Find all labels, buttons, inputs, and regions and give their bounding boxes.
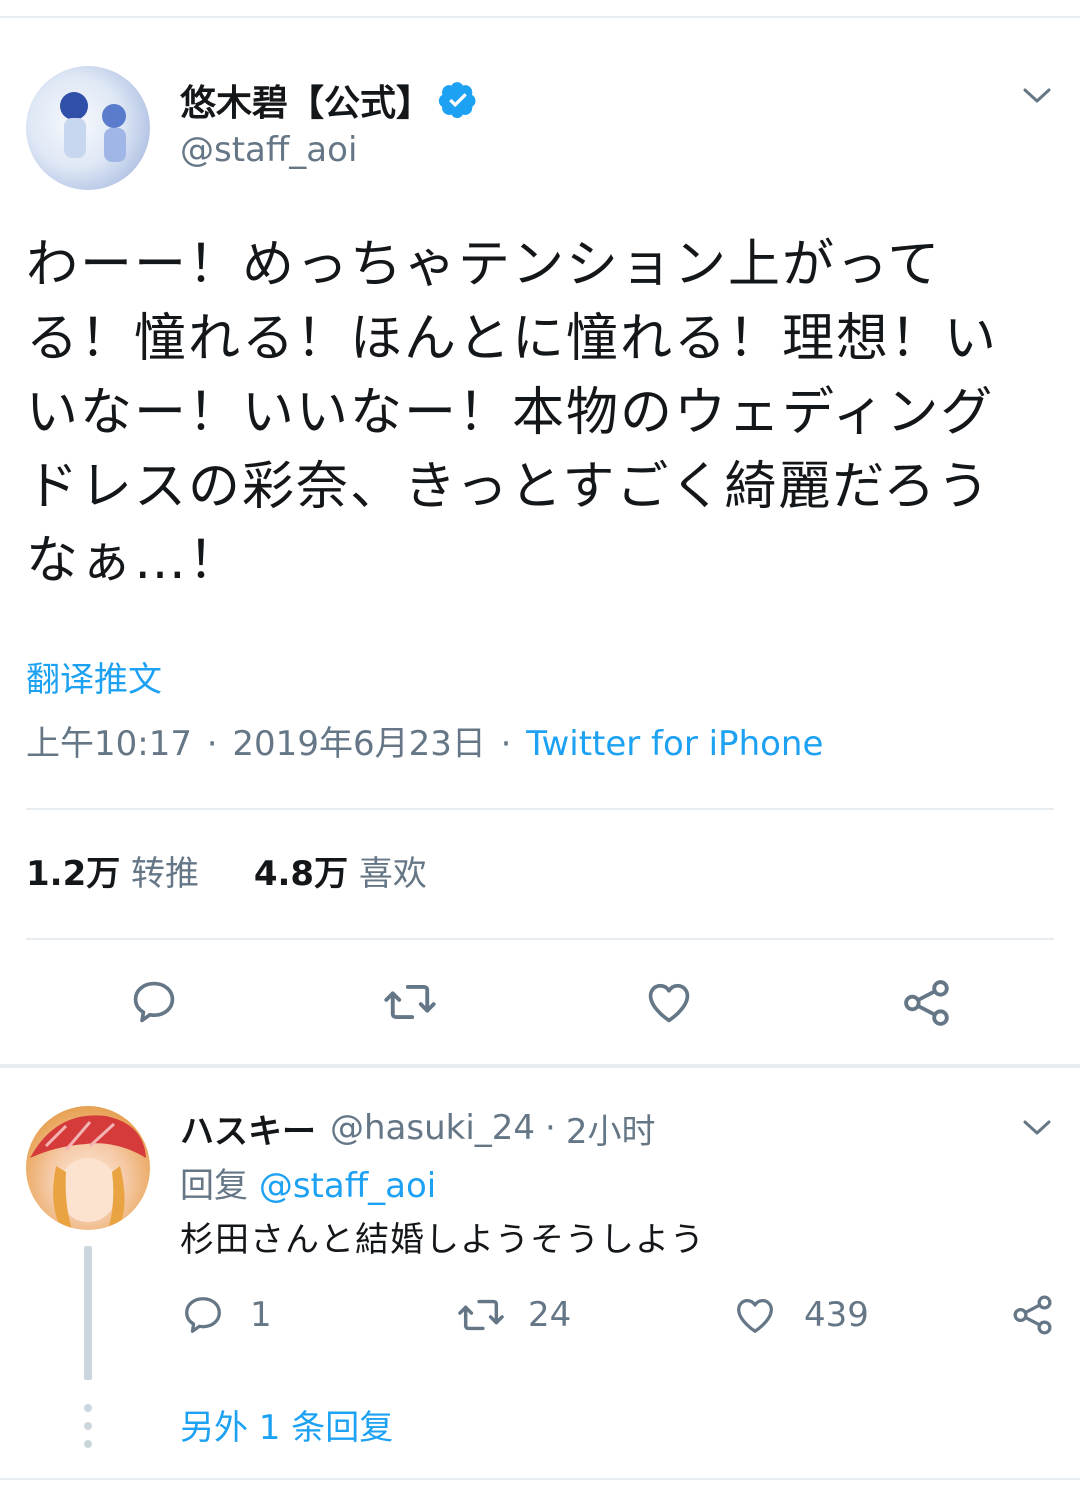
retweet-count: 24 (528, 1295, 572, 1335)
more-replies-link[interactable]: 另外 1 条回复 (180, 1404, 393, 1452)
section-divider (0, 1064, 1080, 1068)
tweet-date: 2019年6月23日 (232, 724, 486, 764)
author-display-name[interactable]: 悠木碧【公式】 (180, 74, 432, 126)
meta-separator: · (206, 724, 218, 764)
tweet-metadata: 上午10:17 · 2019年6月23日 · Twitter for iPhon… (26, 720, 823, 768)
chevron-down-icon[interactable] (1022, 1118, 1052, 1138)
tweet-text: わーー！めっちゃテンション上がってる！憧れる！ほんとに憧れる！理想！いいなー！い… (26, 235, 999, 591)
reply-author-avatar[interactable] (26, 1106, 150, 1230)
retweets-stat[interactable]: 1.2万 转推 (26, 854, 210, 894)
reply-icon (185, 1297, 221, 1333)
likes-stat[interactable]: 4.8万 喜欢 (254, 854, 427, 894)
tweet-time: 上午10:17 (26, 724, 192, 764)
divider (26, 938, 1054, 940)
share-icon (904, 980, 949, 1026)
reply-like-button[interactable]: 439 (732, 1292, 869, 1338)
reply-header: ハスキー @hasuki_24 · 2小时 (180, 1104, 656, 1152)
retweet-icon (458, 1299, 504, 1331)
thread-more-dots (84, 1404, 92, 1448)
reply-reply-button[interactable]: 1 (180, 1292, 272, 1338)
reply-age: 2小时 (565, 1111, 656, 1152)
like-count: 439 (804, 1295, 869, 1335)
reply-thread-line (84, 1246, 92, 1380)
tweet-source-link[interactable]: Twitter for iPhone (526, 724, 823, 764)
chevron-down-icon[interactable] (1022, 86, 1052, 106)
divider (0, 1478, 1080, 1480)
reply-icon (133, 981, 175, 1023)
top-divider (0, 16, 1080, 18)
reply-button[interactable] (128, 976, 180, 1028)
divider (26, 808, 1054, 810)
engagement-stats: 1.2万 转推 4.8万 喜欢 (26, 850, 427, 898)
share-icon (1013, 1295, 1052, 1335)
replying-to-prefix: 回复 (180, 1166, 248, 1206)
reply-retweet-button[interactable]: 24 (456, 1292, 571, 1338)
reply-author-name[interactable]: ハスキー (180, 1104, 316, 1153)
like-button[interactable] (642, 976, 696, 1028)
reply-count: 1 (250, 1295, 272, 1335)
reply-share-button[interactable] (1010, 1292, 1056, 1338)
meta-separator: · (545, 1108, 556, 1148)
heart-icon (648, 983, 690, 1023)
share-button[interactable] (900, 976, 954, 1030)
author-avatar[interactable] (26, 66, 150, 190)
reply-author-handle: @hasuki_24 (330, 1108, 536, 1148)
retweets-label: 转推 (131, 854, 200, 894)
retweets-count: 1.2万 (26, 854, 121, 894)
translate-tweet-link[interactable]: 翻译推文 (26, 656, 162, 704)
author-name-row: 悠木碧【公式】 (180, 74, 478, 126)
reply-text: 杉田さんと結婚しようそうしよう (180, 1220, 705, 1260)
author-handle: @staff_aoi (180, 130, 358, 170)
replying-to: 回复 @staff_aoi (180, 1162, 436, 1210)
retweet-icon (384, 984, 436, 1020)
heart-icon (737, 1298, 773, 1333)
meta-separator: · (500, 724, 512, 764)
likes-count: 4.8万 (253, 854, 349, 894)
replying-to-handle-link[interactable]: @staff_aoi (259, 1166, 436, 1206)
verified-badge-icon (438, 80, 478, 120)
likes-label: 喜欢 (358, 854, 427, 894)
retweet-button[interactable] (382, 976, 438, 1028)
